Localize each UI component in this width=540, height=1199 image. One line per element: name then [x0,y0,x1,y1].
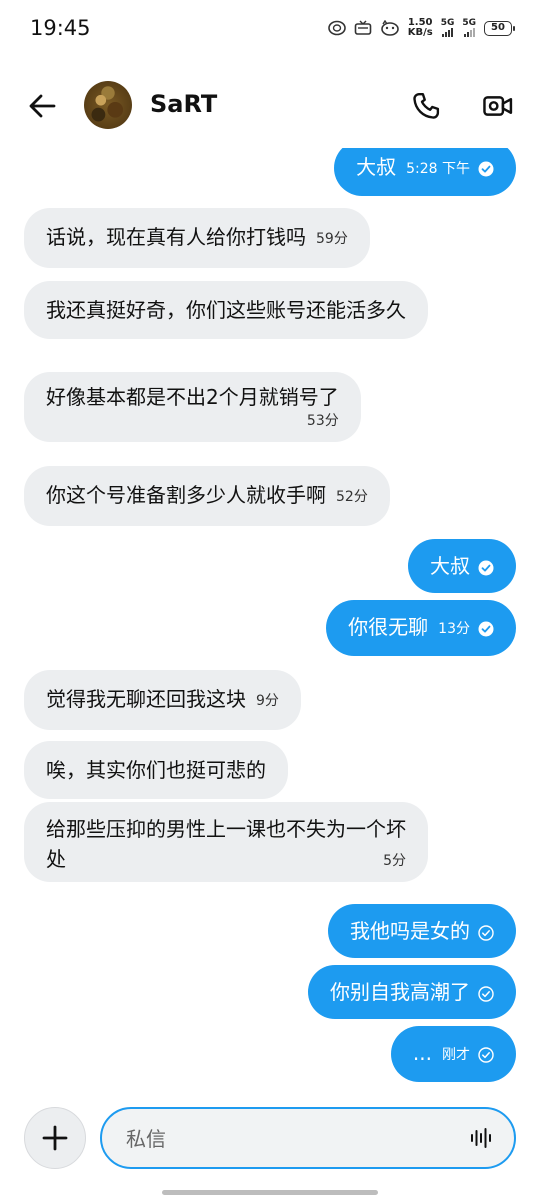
message-time: 13分 [438,620,470,637]
message-text: 话说，现在真有人给你打钱吗 [46,225,306,249]
signal-2: 5G [462,19,476,37]
signal-bars-icon [442,28,454,37]
voice-waveform-icon [471,1128,491,1148]
voice-call-button[interactable] [406,86,446,126]
video-camera-icon [483,96,513,116]
network-speed: 1.50 KB/s [408,18,433,38]
sent-check-icon [478,985,494,1002]
notification-box-icon [354,20,372,36]
message-text: 觉得我无聊还回我这块 [46,687,246,711]
message-bubble-outgoing[interactable]: 大叔 [408,539,516,593]
back-button[interactable] [22,86,62,126]
network-speed-unit: KB/s [407,27,433,38]
back-arrow-icon [29,94,56,118]
message-bubble-incoming[interactable]: 我还真挺好奇，你们这些账号还能活多久 [24,281,428,339]
message-text: 我他吗是女的 [350,919,470,943]
message-time: 52分 [336,488,368,505]
contact-name[interactable]: SaRT [150,90,217,118]
plus-icon [42,1125,68,1151]
sent-check-icon [478,924,494,941]
phone-icon [413,92,440,119]
message-bubble-incoming[interactable]: 话说，现在真有人给你打钱吗 59分 [24,208,370,268]
message-time: 53分 [306,413,339,429]
message-bubble-outgoing[interactable]: 大叔 5:28 下午 [334,148,516,196]
message-bubble-incoming[interactable]: 好像基本都是不出2个月就销号了 53分 [24,372,361,442]
signal-bars-icon [463,28,475,37]
message-bubble-incoming[interactable]: 给那些压抑的男性上一课也不失为一个坏处 5分 [24,802,428,882]
read-check-icon [478,161,494,176]
message-input[interactable] [124,1123,448,1155]
message-list[interactable]: 大叔 5:28 下午 话说，现在真有人给你打钱吗 59分 我还真挺好奇，你们这些账号… [0,148,540,1088]
message-bubble-outgoing[interactable]: 你别自我高潮了 [308,965,516,1019]
message-bubble-incoming[interactable]: 你这个号准备割多少人就收手啊 52分 [24,466,390,526]
message-composer [0,1106,540,1170]
signal-2-label: 5G [462,18,476,28]
message-text: ... [412,1041,432,1065]
message-time: 59分 [316,230,348,247]
message-bubble-outgoing[interactable]: 你很无聊 13分 [326,600,516,656]
read-check-icon [478,560,494,575]
message-time: 刚才 [442,1046,470,1063]
message-time: 9分 [256,692,279,709]
message-time: 5:28 下午 [406,160,470,177]
message-bubble-outgoing[interactable]: 我他吗是女的 [328,904,516,958]
message-bubble-incoming[interactable]: 唉，其实你们也挺可悲的 [24,741,288,799]
status-time: 19:45 [30,16,91,40]
avatar[interactable] [84,81,132,129]
notification-app-icon [327,20,346,36]
add-media-button[interactable] [24,1107,86,1169]
video-call-button[interactable] [478,86,518,126]
signal-1: 5G [440,18,455,37]
message-text: 我还真挺好奇，你们这些账号还能活多久 [46,298,406,322]
message-text: 你很无聊 [348,615,429,639]
message-bubble-incoming[interactable]: 觉得我无聊还回我这块 9分 [24,670,301,730]
message-text: 大叔 [356,155,397,179]
message-time: 5分 [383,853,406,869]
status-icons: 1.50 KB/s 5G 5G 50 [327,18,515,38]
message-text: 好像基本都是不出2个月就销号了 [46,385,339,409]
message-text: 你这个号准备割多少人就收手啊 [46,483,326,507]
notification-pet-icon [380,20,400,36]
voice-message-button[interactable] [468,1125,494,1151]
read-check-icon [478,621,494,636]
conversation-header: SaRT [0,70,540,142]
battery-icon: 50 [484,20,515,36]
message-text: 大叔 [430,554,470,578]
message-input-container[interactable] [100,1107,516,1169]
status-bar: 19:45 1.50 KB/s 5G 5G 50 [0,0,540,58]
message-text: 你别自我高潮了 [330,980,470,1004]
message-text: 唉，其实你们也挺可悲的 [46,758,266,782]
sent-check-icon [478,1046,494,1063]
home-indicator[interactable] [162,1190,378,1195]
signal-1-label: 5G [440,18,455,28]
message-bubble-outgoing[interactable]: ... 刚才 [390,1026,516,1082]
